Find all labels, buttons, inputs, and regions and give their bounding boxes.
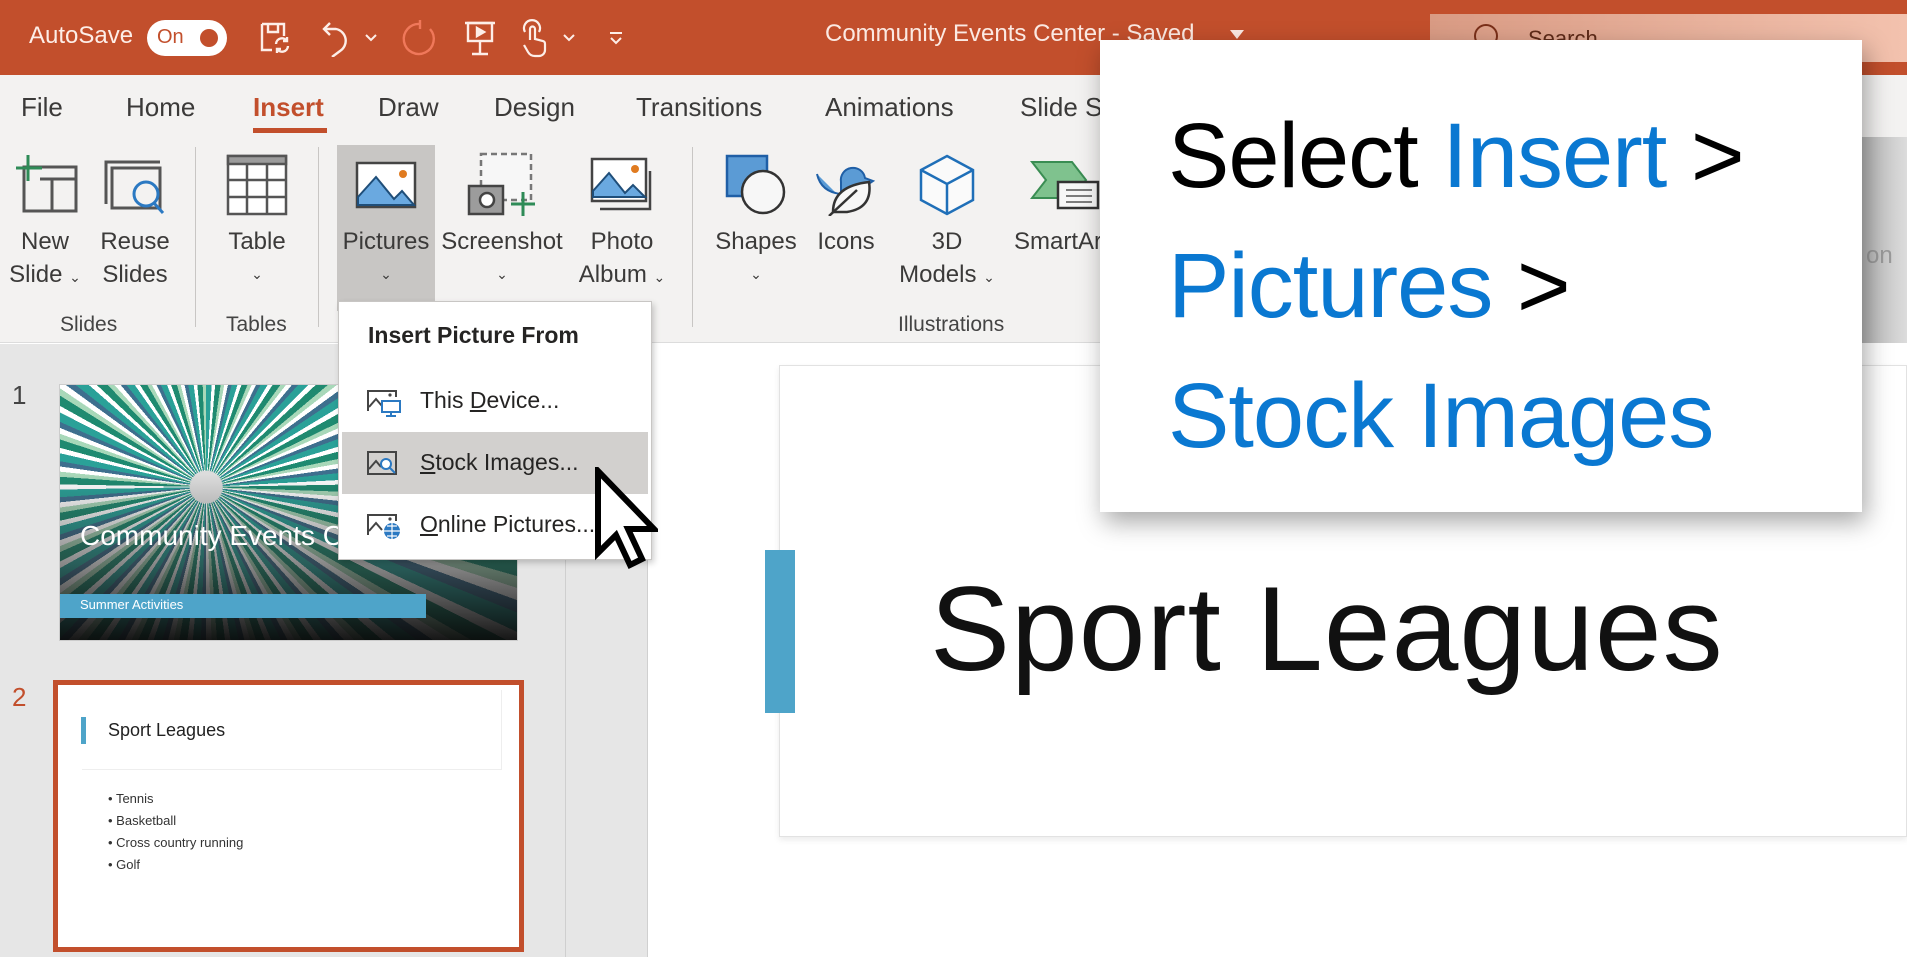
customize-quick-access-icon[interactable] <box>604 18 628 58</box>
menu-item-this-device[interactable]: This Device... <box>342 370 648 432</box>
tab-slide-show[interactable]: Slide S <box>1020 92 1102 123</box>
menu-item-label: This Device... <box>420 387 560 413</box>
3d-models-button[interactable]: 3D Models ⌄ <box>888 145 1006 294</box>
group-label-illustrations: Illustrations <box>898 313 1005 336</box>
ribbon-clipped-edge: on <box>1862 137 1907 343</box>
photo-album-label-1: Photo <box>590 228 654 255</box>
menu-item-label: Online Pictures... <box>420 511 596 537</box>
thumbnail-accent-bar <box>81 717 86 744</box>
start-presentation-icon[interactable] <box>460 18 500 58</box>
slide-thumbnail-2[interactable]: Sport Leagues Tennis Basketball Cross co… <box>53 680 524 952</box>
new-slide-label-2: Slide <box>9 261 63 288</box>
smartart-label: SmartAr <box>1014 228 1100 255</box>
shapes-icon <box>708 145 804 225</box>
shapes-button[interactable]: Shapes ⌄ <box>708 145 804 291</box>
chevron-down-icon: ⌄ <box>251 266 263 282</box>
reuse-slides-icon <box>92 145 178 225</box>
tab-design[interactable]: Design <box>494 92 575 123</box>
screenshot-label: Screenshot <box>441 228 563 255</box>
group-separator <box>692 147 693 327</box>
menu-item-label: Stock Images... <box>420 449 579 475</box>
table-icon <box>212 145 302 225</box>
tab-file[interactable]: File <box>21 92 63 123</box>
pictures-icon <box>337 145 435 225</box>
icons-button[interactable]: Icons <box>806 145 886 258</box>
bullet-item: Cross country running <box>108 832 243 854</box>
bullet-item: Basketball <box>108 810 243 832</box>
shapes-label: Shapes <box>715 228 797 255</box>
slide-title[interactable]: Sport Leagues <box>930 560 1724 698</box>
tab-draw[interactable]: Draw <box>378 92 439 123</box>
screenshot-button[interactable]: Screenshot ⌄ <box>438 145 566 291</box>
3d-models-label-1: 3D <box>931 228 963 255</box>
online-pictures-icon <box>366 511 402 546</box>
title-dropdown-icon[interactable] <box>1230 30 1244 39</box>
stock-images-icon <box>366 449 402 484</box>
chevron-down-icon: ⌄ <box>496 266 508 282</box>
group-separator <box>195 147 196 327</box>
chevron-down-icon: ⌄ <box>750 266 762 282</box>
icons-icon <box>806 145 886 225</box>
title-accent-bar <box>765 550 795 713</box>
screenshot-icon <box>438 145 566 225</box>
autosave-toggle[interactable]: On <box>147 20 227 56</box>
slide-number: 1 <box>12 380 27 410</box>
reuse-slides-button[interactable]: Reuse Slides <box>92 145 178 291</box>
photo-album-icon <box>570 145 674 225</box>
bullet-item: Golf <box>108 854 243 876</box>
callout-line-3: Stock Images <box>1168 365 1714 467</box>
tab-home[interactable]: Home <box>126 92 195 123</box>
callout-line-1: Select Insert > <box>1168 105 1745 207</box>
group-label-slides: Slides <box>60 313 118 336</box>
mouse-cursor-icon <box>594 463 662 576</box>
chevron-down-icon: ⌄ <box>983 269 995 285</box>
thumbnail-title: Sport Leagues <box>108 720 226 740</box>
instruction-callout: Select Insert > Pictures > Stock Images <box>1100 40 1862 512</box>
new-slide-button[interactable]: New Slide ⌄ <box>0 145 90 294</box>
pictures-button[interactable]: Pictures ⌄ <box>337 145 435 311</box>
3d-cube-icon <box>888 145 1006 225</box>
smartart-button[interactable]: SmartAr <box>1010 145 1100 258</box>
touch-mode-icon[interactable] <box>516 18 552 58</box>
group-separator <box>318 147 319 327</box>
photo-album-button[interactable]: Photo Album ⌄ <box>570 145 674 294</box>
chevron-down-icon: ⌄ <box>380 266 392 282</box>
pictures-label: Pictures <box>342 228 430 255</box>
this-device-icon <box>366 387 402 422</box>
chevron-down-icon: ⌄ <box>653 269 666 285</box>
photo-album-label-2: Album <box>578 261 647 288</box>
icons-label: Icons <box>817 228 875 255</box>
new-slide-label-1: New <box>20 228 69 255</box>
tab-transitions[interactable]: Transitions <box>636 92 762 123</box>
touch-dropdown-chevron-icon[interactable] <box>560 18 578 58</box>
slide-number: 2 <box>12 682 27 712</box>
active-tab-indicator <box>253 128 327 133</box>
undo-dropdown-chevron-icon[interactable] <box>362 18 380 58</box>
smartart-icon <box>1010 145 1100 225</box>
tab-insert[interactable]: Insert <box>253 92 324 123</box>
autosave-state: On <box>157 26 184 48</box>
chevron-down-icon: ⌄ <box>69 269 81 285</box>
reuse-slides-label-1: Reuse <box>100 228 170 255</box>
clipped-label: on <box>1866 242 1893 269</box>
table-label: Table <box>228 228 286 255</box>
callout-line-2: Pictures > <box>1168 235 1571 337</box>
save-sync-icon[interactable] <box>256 18 296 58</box>
3d-models-label-2: Models <box>899 261 977 288</box>
toggle-knob <box>200 29 218 47</box>
bullet-item: Tennis <box>108 788 243 810</box>
menu-header: Insert Picture From <box>368 322 579 348</box>
undo-icon[interactable] <box>318 18 358 58</box>
table-button[interactable]: Table ⌄ <box>212 145 302 291</box>
autosave-label: AutoSave <box>29 22 134 49</box>
thumbnail-subtitle: Summer Activities <box>80 597 184 612</box>
thumbnail-bullets: Tennis Basketball Cross country running … <box>108 788 243 876</box>
reuse-slides-label-2: Slides <box>102 261 168 288</box>
redo-icon[interactable] <box>396 18 440 58</box>
new-slide-icon <box>0 145 90 225</box>
tab-animations[interactable]: Animations <box>825 92 954 123</box>
group-label-tables: Tables <box>226 313 287 336</box>
